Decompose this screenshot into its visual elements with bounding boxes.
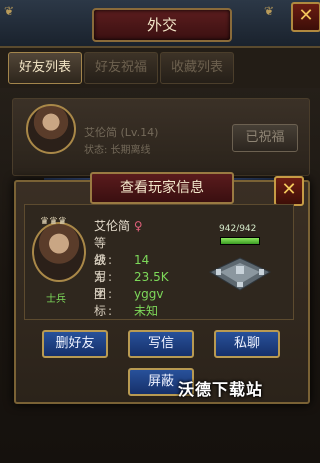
watermark: 沃德下载站	[178, 380, 264, 399]
close-icon[interactable]: ✕	[291, 2, 320, 32]
write-mail-button[interactable]: 写信	[128, 330, 194, 358]
private-chat-button[interactable]: 私聊	[214, 330, 280, 358]
legion-row: 军 团: yggv	[94, 269, 163, 301]
tab-friend-blessing[interactable]: 好友祝福	[84, 52, 158, 84]
friend-avatar	[26, 104, 76, 154]
coordinate-label: 坐 标:	[94, 287, 115, 318]
level-row: 等 级: 14	[94, 235, 149, 267]
female-icon: ♀	[133, 219, 143, 233]
castle-icon	[208, 257, 272, 291]
hp-bar	[220, 237, 260, 245]
popup-title: 查看玩家信息	[90, 172, 234, 204]
power-row: 战 力: 23.5K	[94, 252, 169, 284]
player-rank: 士兵	[46, 294, 66, 305]
hp-text: 942/942	[219, 224, 257, 234]
coordinate-row: 坐 标: 未知	[94, 286, 158, 318]
player-name: 艾伦简	[94, 219, 131, 233]
ornament-left: ❦	[4, 4, 15, 18]
friend-status: 状态: 长期离线	[84, 145, 151, 156]
coordinate-value: 未知	[134, 304, 159, 318]
ornament-right: ❦	[264, 4, 275, 18]
player-avatar	[32, 222, 86, 282]
hp-bar-fill	[221, 238, 259, 244]
player-name-row: 艾伦简 ♀	[94, 218, 143, 235]
tab-favorites[interactable]: 收藏列表	[160, 52, 234, 84]
crown-icon: ♛♛♛	[40, 216, 67, 227]
page-title: 外交	[92, 8, 232, 42]
popup-close-icon[interactable]: ✕	[274, 176, 304, 206]
delete-friend-button[interactable]: 删好友	[42, 330, 108, 358]
blessed-button[interactable]: 已祝福	[232, 124, 298, 152]
friend-name-level: 艾伦简 (Lv.14)	[84, 126, 159, 139]
tab-friend-list[interactable]: 好友列表	[8, 52, 82, 84]
